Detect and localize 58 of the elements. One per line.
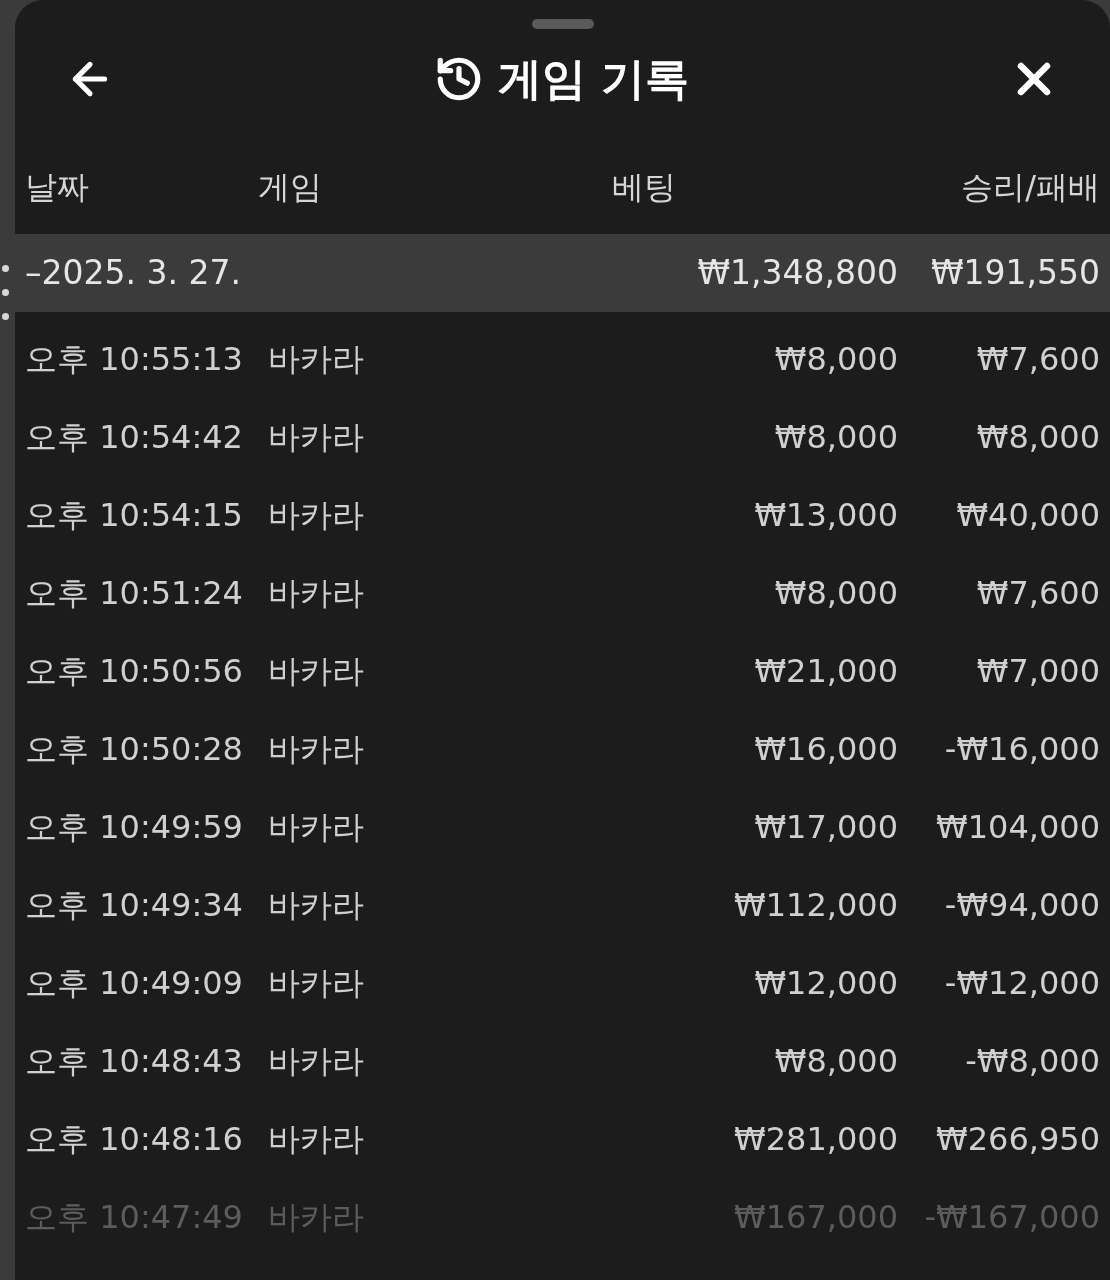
date-group-row[interactable]: –2025. 3. 27. ₩1,348,800 ₩191,550 — [15, 234, 1110, 312]
bet-cell-text: ₩17,000 — [753, 807, 898, 848]
time-cell-text: 오후 10:51:24 — [25, 573, 244, 614]
column-header: 날짜 — [25, 166, 90, 208]
game-cell-text: 바카라 — [268, 1041, 365, 1082]
game-cell-text: 바카라 — [268, 1197, 365, 1238]
time-cell-text: 오후 10:54:15 — [25, 495, 244, 536]
result-cell-text: ₩7,000 — [975, 651, 1100, 692]
result-cell-text: ₩7,600 — [975, 573, 1100, 614]
window-title: 게임 기록 — [497, 52, 690, 106]
bet-cell-text: ₩112,000 — [733, 885, 898, 926]
column-header: 게임 — [258, 166, 323, 208]
game-cell-text: 바카라 — [268, 807, 365, 848]
result-cell-text: -₩94,000 — [943, 885, 1100, 926]
time-cell-text: 오후 10:50:56 — [25, 651, 244, 692]
bet-cell-text: ₩8,000 — [773, 1041, 898, 1082]
game-cell-text: 바카라 — [268, 1119, 365, 1160]
time-cell-text: 오후 10:47:49 — [25, 1197, 244, 1238]
game-cell-text: 바카라 — [268, 885, 365, 926]
time-cell-text: 오후 10:50:28 — [25, 729, 244, 770]
game-cell-text: 바카라 — [268, 651, 365, 692]
bet-cell-text: ₩16,000 — [753, 729, 898, 770]
game-cell-text: 바카라 — [268, 417, 365, 458]
bet-cell-text: ₩12,000 — [753, 963, 898, 1004]
game-cell-text: 바카라 — [268, 963, 365, 1004]
result-cell-text: -₩167,000 — [923, 1197, 1100, 1238]
bet-cell-text: ₩8,000 — [773, 417, 898, 458]
result-cell-text: ₩8,000 — [975, 417, 1100, 458]
game-cell-text: 바카라 — [268, 339, 365, 380]
game-cell-text: 바카라 — [268, 495, 365, 536]
time-cell-text: 오후 10:49:59 — [25, 807, 244, 848]
time-cell-text: 오후 10:48:43 — [25, 1041, 244, 1082]
bet-cell-text: ₩8,000 — [773, 339, 898, 380]
time-cell-text: 오후 10:55:13 — [25, 339, 244, 380]
game-cell-text: 바카라 — [268, 573, 365, 614]
result-total: ₩191,550 — [929, 252, 1100, 295]
result-cell-text: ₩40,000 — [955, 495, 1100, 536]
result-cell-text: -₩12,000 — [943, 963, 1100, 1004]
bet-cell-text: ₩167,000 — [733, 1197, 898, 1238]
game-cell-text: 바카라 — [268, 729, 365, 770]
result-cell-text: ₩7,600 — [975, 339, 1100, 380]
time-cell-text: 오후 10:49:09 — [25, 963, 244, 1004]
bet-cell-text: ₩21,000 — [753, 651, 898, 692]
result-cell-text: ₩266,950 — [935, 1119, 1100, 1160]
time-cell-text: 오후 10:48:16 — [25, 1119, 244, 1160]
result-cell-text: ₩104,000 — [935, 807, 1100, 848]
bet-cell-text: ₩13,000 — [753, 495, 898, 536]
date-label: –2025. 3. 27. — [25, 252, 242, 295]
result-cell-text: -₩16,000 — [943, 729, 1100, 770]
bet-cell-text: ₩281,000 — [733, 1119, 898, 1160]
time-cell-text: 오후 10:54:42 — [25, 417, 244, 458]
bet-total: ₩1,348,800 — [696, 252, 898, 295]
bet-cell-text: ₩8,000 — [773, 573, 898, 614]
column-header: 승리/패배 — [961, 166, 1100, 208]
drag-handle[interactable] — [531, 19, 594, 29]
column-header: 베팅 — [612, 166, 677, 208]
result-cell-text: -₩8,000 — [964, 1041, 1100, 1082]
time-cell-text: 오후 10:49:34 — [25, 885, 244, 926]
